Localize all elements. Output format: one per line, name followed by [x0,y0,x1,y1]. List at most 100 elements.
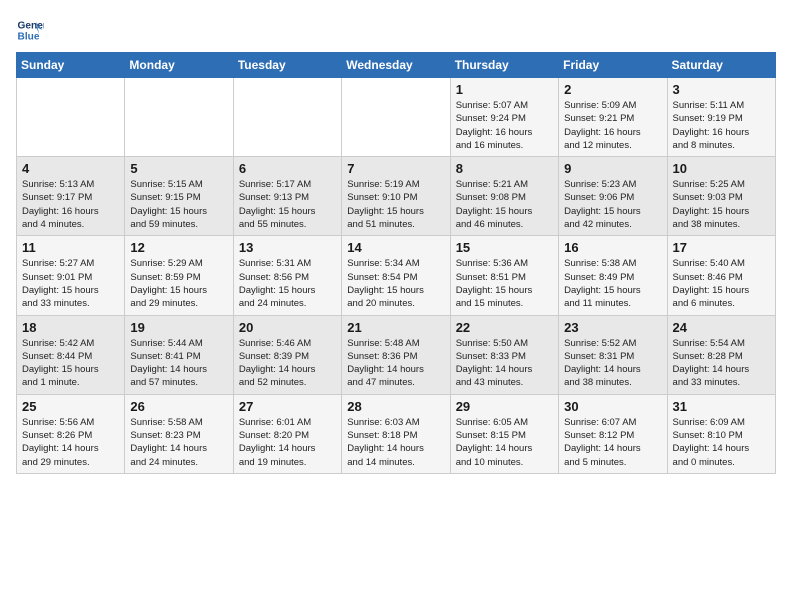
calendar-cell: 18 Sunrise: 5:42 AM Sunset: 8:44 PM Dayli… [17,315,125,394]
calendar-cell: 2 Sunrise: 5:09 AM Sunset: 9:21 PM Daylig… [559,78,667,157]
day-number: 9 [564,161,661,176]
column-header-sunday: Sunday [17,53,125,78]
calendar-cell: 24Sunrise: 5:54 AM Sunset: 8:28 PM Dayli… [667,315,775,394]
svg-text:Blue: Blue [18,31,40,42]
day-info: Sunrise: 5:50 AM Sunset: 8:33 PM Dayligh… [456,337,553,390]
day-info: Sunrise: 5:56 AM Sunset: 8:26 PM Dayligh… [22,416,119,469]
column-header-tuesday: Tuesday [233,53,341,78]
calendar-cell: 20 Sunrise: 5:46 AM Sunset: 8:39 PM Dayli… [233,315,341,394]
day-info: Sunrise: 6:09 AM Sunset: 8:10 PM Dayligh… [673,416,770,469]
day-number: 22 [456,320,553,335]
day-number: 1 [456,82,553,97]
day-info: Sunrise: 5:21 AM Sunset: 9:08 PM Dayligh… [456,178,553,231]
day-info: Sunrise: 5:38 AM Sunset: 8:49 PM Dayligh… [564,257,661,310]
day-info: Sunrise: 5:44 AM Sunset: 8:41 PM Dayligh… [130,337,227,390]
day-number: 19 [130,320,227,335]
day-info: Sunrise: 5:52 AM Sunset: 8:31 PM Dayligh… [564,337,661,390]
calendar-body: 1 Sunrise: 5:07 AM Sunset: 9:24 PM Daylig… [17,78,776,474]
day-number: 12 [130,240,227,255]
day-number: 4 [22,161,119,176]
day-info: Sunrise: 5:58 AM Sunset: 8:23 PM Dayligh… [130,416,227,469]
column-header-wednesday: Wednesday [342,53,450,78]
calendar-cell: 6 Sunrise: 5:17 AM Sunset: 9:13 PM Daylig… [233,157,341,236]
logo-icon: General Blue [16,16,44,44]
day-number: 29 [456,399,553,414]
day-info: Sunrise: 5:15 AM Sunset: 9:15 PM Dayligh… [130,178,227,231]
calendar-cell: 15Sunrise: 5:36 AM Sunset: 8:51 PM Dayli… [450,236,558,315]
calendar-table: SundayMondayTuesdayWednesdayThursdayFrid… [16,52,776,474]
calendar-cell: 26 Sunrise: 5:58 AM Sunset: 8:23 PM Dayli… [125,394,233,473]
calendar-cell: 23Sunrise: 5:52 AM Sunset: 8:31 PM Dayli… [559,315,667,394]
day-info: Sunrise: 5:48 AM Sunset: 8:36 PM Dayligh… [347,337,444,390]
day-number: 7 [347,161,444,176]
calendar-cell: 21Sunrise: 5:48 AM Sunset: 8:36 PM Dayli… [342,315,450,394]
day-info: Sunrise: 6:03 AM Sunset: 8:18 PM Dayligh… [347,416,444,469]
calendar-cell: 1 Sunrise: 5:07 AM Sunset: 9:24 PM Daylig… [450,78,558,157]
calendar-cell: 25Sunrise: 5:56 AM Sunset: 8:26 PM Dayli… [17,394,125,473]
calendar-cell: 27Sunrise: 6:01 AM Sunset: 8:20 PM Dayli… [233,394,341,473]
calendar-cell: 30 Sunrise: 6:07 AM Sunset: 8:12 PM Dayli… [559,394,667,473]
day-info: Sunrise: 5:27 AM Sunset: 9:01 PM Dayligh… [22,257,119,310]
column-header-saturday: Saturday [667,53,775,78]
day-info: Sunrise: 5:34 AM Sunset: 8:54 PM Dayligh… [347,257,444,310]
calendar-cell: 5Sunrise: 5:15 AM Sunset: 9:15 PM Daylig… [125,157,233,236]
day-info: Sunrise: 5:19 AM Sunset: 9:10 PM Dayligh… [347,178,444,231]
day-number: 27 [239,399,336,414]
day-info: Sunrise: 5:25 AM Sunset: 9:03 PM Dayligh… [673,178,770,231]
day-info: Sunrise: 5:07 AM Sunset: 9:24 PM Dayligh… [456,99,553,152]
day-number: 14 [347,240,444,255]
svg-text:General: General [18,20,44,31]
week-row-3: 11 Sunrise: 5:27 AM Sunset: 9:01 PM Dayli… [17,236,776,315]
day-info: Sunrise: 5:09 AM Sunset: 9:21 PM Dayligh… [564,99,661,152]
header-row: SundayMondayTuesdayWednesdayThursdayFrid… [17,53,776,78]
day-number: 20 [239,320,336,335]
calendar-cell: 31 Sunrise: 6:09 AM Sunset: 8:10 PM Dayli… [667,394,775,473]
day-info: Sunrise: 5:46 AM Sunset: 8:39 PM Dayligh… [239,337,336,390]
column-header-thursday: Thursday [450,53,558,78]
day-number: 26 [130,399,227,414]
day-number: 8 [456,161,553,176]
calendar-cell: 11 Sunrise: 5:27 AM Sunset: 9:01 PM Dayli… [17,236,125,315]
day-number: 30 [564,399,661,414]
calendar-cell [17,78,125,157]
day-number: 31 [673,399,770,414]
calendar-cell: 9 Sunrise: 5:23 AM Sunset: 9:06 PM Daylig… [559,157,667,236]
calendar-cell: 28 Sunrise: 6:03 AM Sunset: 8:18 PM Dayli… [342,394,450,473]
day-number: 15 [456,240,553,255]
calendar-header: SundayMondayTuesdayWednesdayThursdayFrid… [17,53,776,78]
logo: General Blue [16,16,44,44]
calendar-cell: 3Sunrise: 5:11 AM Sunset: 9:19 PM Daylig… [667,78,775,157]
day-info: Sunrise: 5:13 AM Sunset: 9:17 PM Dayligh… [22,178,119,231]
day-number: 2 [564,82,661,97]
week-row-2: 4 Sunrise: 5:13 AM Sunset: 9:17 PM Daylig… [17,157,776,236]
week-row-4: 18 Sunrise: 5:42 AM Sunset: 8:44 PM Dayli… [17,315,776,394]
column-header-monday: Monday [125,53,233,78]
day-info: Sunrise: 5:42 AM Sunset: 8:44 PM Dayligh… [22,337,119,390]
week-row-1: 1 Sunrise: 5:07 AM Sunset: 9:24 PM Daylig… [17,78,776,157]
day-info: Sunrise: 5:29 AM Sunset: 8:59 PM Dayligh… [130,257,227,310]
day-info: Sunrise: 5:54 AM Sunset: 8:28 PM Dayligh… [673,337,770,390]
day-info: Sunrise: 6:05 AM Sunset: 8:15 PM Dayligh… [456,416,553,469]
calendar-cell: 19 Sunrise: 5:44 AM Sunset: 8:41 PM Dayli… [125,315,233,394]
calendar-cell: 16 Sunrise: 5:38 AM Sunset: 8:49 PM Dayli… [559,236,667,315]
day-number: 28 [347,399,444,414]
day-number: 16 [564,240,661,255]
calendar-cell [233,78,341,157]
day-number: 17 [673,240,770,255]
day-number: 18 [22,320,119,335]
calendar-cell: 7 Sunrise: 5:19 AM Sunset: 9:10 PM Daylig… [342,157,450,236]
page-header: General Blue [16,16,776,44]
day-info: Sunrise: 5:11 AM Sunset: 9:19 PM Dayligh… [673,99,770,152]
day-info: Sunrise: 5:17 AM Sunset: 9:13 PM Dayligh… [239,178,336,231]
day-info: Sunrise: 5:23 AM Sunset: 9:06 PM Dayligh… [564,178,661,231]
day-info: Sunrise: 5:31 AM Sunset: 8:56 PM Dayligh… [239,257,336,310]
calendar-cell: 29 Sunrise: 6:05 AM Sunset: 8:15 PM Dayli… [450,394,558,473]
day-number: 11 [22,240,119,255]
calendar-cell: 13Sunrise: 5:31 AM Sunset: 8:56 PM Dayli… [233,236,341,315]
day-info: Sunrise: 5:40 AM Sunset: 8:46 PM Dayligh… [673,257,770,310]
calendar-cell: 8 Sunrise: 5:21 AM Sunset: 9:08 PM Daylig… [450,157,558,236]
day-number: 6 [239,161,336,176]
day-info: Sunrise: 6:07 AM Sunset: 8:12 PM Dayligh… [564,416,661,469]
calendar-cell: 4 Sunrise: 5:13 AM Sunset: 9:17 PM Daylig… [17,157,125,236]
column-header-friday: Friday [559,53,667,78]
